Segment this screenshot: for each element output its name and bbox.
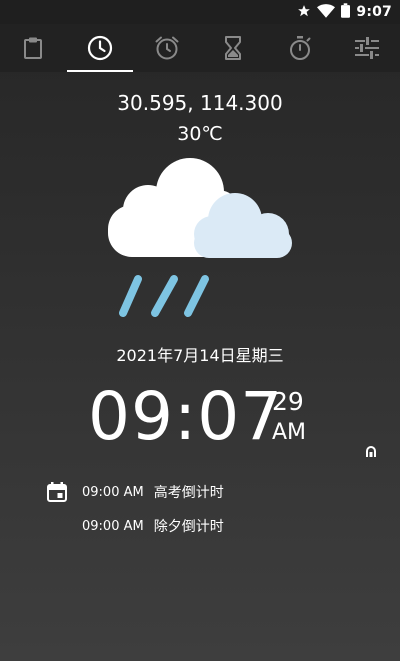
clock-icon [87, 35, 113, 61]
star-icon [297, 3, 311, 22]
tab-timer[interactable] [200, 24, 267, 72]
stopwatch-icon [288, 35, 312, 61]
date-text: 2021年7月14日星期三 [116, 346, 284, 365]
event-time: 09:00 AM [82, 518, 144, 534]
lock-icon[interactable] [364, 443, 378, 457]
hourglass-icon [224, 36, 242, 60]
clock-seconds: 29 [272, 387, 304, 416]
clipboard-icon [22, 36, 44, 60]
tab-notes[interactable] [0, 24, 67, 72]
status-icons: 9:07 [297, 2, 392, 22]
tab-stopwatch[interactable] [267, 24, 334, 72]
event-title: 除夕倒计时 [153, 519, 224, 535]
calendar-icon [46, 481, 68, 503]
location-coordinates: 30.595, 114.300 [117, 91, 283, 115]
event-item[interactable]: 09:00 AM 高考倒计时 [82, 482, 224, 502]
active-tab-indicator [66, 70, 134, 72]
alarm-clock-icon [154, 35, 180, 61]
clock-time: 09:07 [88, 378, 284, 455]
tab-alarm[interactable] [133, 24, 200, 72]
battery-icon [341, 2, 351, 22]
tab-settings[interactable] [333, 24, 400, 72]
rain-cloud-icon [100, 150, 300, 325]
status-time: 9:07 [356, 4, 392, 20]
temperature: 30℃ [177, 123, 223, 145]
event-item[interactable]: 09:00 AM 除夕倒计时 [82, 516, 224, 536]
event-title: 高考倒计时 [153, 485, 224, 501]
clock-ampm: AM [272, 420, 307, 445]
sliders-icon [354, 36, 380, 60]
event-time: 09:00 AM [82, 484, 144, 500]
status-bar: 9:07 [0, 0, 400, 24]
wifi-icon [317, 3, 336, 22]
tab-bar [0, 24, 400, 72]
tab-clock[interactable] [66, 24, 134, 72]
